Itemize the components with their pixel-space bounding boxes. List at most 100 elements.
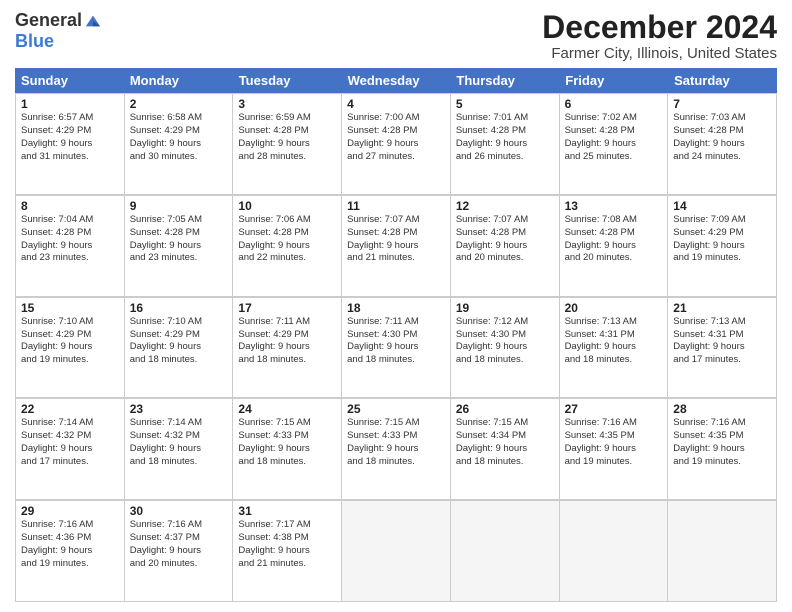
cell-text: Daylight: 9 hours [21, 443, 119, 456]
cell-text: and 18 minutes. [347, 354, 445, 367]
cell-text: Daylight: 9 hours [673, 138, 771, 151]
cell-text: Sunset: 4:28 PM [565, 227, 663, 240]
day-number: 22 [21, 402, 119, 416]
day-number: 18 [347, 301, 445, 315]
day-cell-27: 27Sunrise: 7:16 AMSunset: 4:35 PMDayligh… [560, 399, 669, 500]
cell-text: Sunset: 4:28 PM [130, 227, 228, 240]
cell-text: Sunrise: 7:13 AM [673, 316, 771, 329]
cell-text: Sunset: 4:34 PM [456, 430, 554, 443]
cell-text: Daylight: 9 hours [673, 341, 771, 354]
title-block: December 2024 Farmer City, Illinois, Uni… [542, 10, 777, 62]
cell-text: and 18 minutes. [130, 456, 228, 469]
day-cell-21: 21Sunrise: 7:13 AMSunset: 4:31 PMDayligh… [668, 298, 777, 399]
main-title: December 2024 [542, 10, 777, 45]
cell-text: and 18 minutes. [238, 354, 336, 367]
cell-text: and 17 minutes. [673, 354, 771, 367]
cell-text: Daylight: 9 hours [456, 443, 554, 456]
cell-text: Daylight: 9 hours [456, 138, 554, 151]
cell-text: Sunset: 4:28 PM [238, 125, 336, 138]
cell-text: and 23 minutes. [21, 252, 119, 265]
day-cell-7: 7Sunrise: 7:03 AMSunset: 4:28 PMDaylight… [668, 94, 777, 195]
cell-text: Sunset: 4:30 PM [347, 329, 445, 342]
cell-text: and 23 minutes. [130, 252, 228, 265]
calendar-row-3: 15Sunrise: 7:10 AMSunset: 4:29 PMDayligh… [15, 297, 777, 399]
day-cell-28: 28Sunrise: 7:16 AMSunset: 4:35 PMDayligh… [668, 399, 777, 500]
cell-text: and 18 minutes. [456, 354, 554, 367]
cell-text: Sunrise: 7:10 AM [21, 316, 119, 329]
day-cell-19: 19Sunrise: 7:12 AMSunset: 4:30 PMDayligh… [451, 298, 560, 399]
cell-text: Sunset: 4:29 PM [673, 227, 771, 240]
cell-text: Sunrise: 7:03 AM [673, 112, 771, 125]
day-number: 31 [238, 504, 336, 518]
cell-text: and 24 minutes. [673, 151, 771, 164]
cell-text: Sunrise: 7:04 AM [21, 214, 119, 227]
cell-text: Daylight: 9 hours [130, 341, 228, 354]
cell-text: Sunrise: 7:01 AM [456, 112, 554, 125]
cell-text: Sunset: 4:29 PM [21, 329, 119, 342]
calendar: SundayMondayTuesdayWednesdayThursdayFrid… [15, 68, 777, 602]
day-cell-1: 1Sunrise: 6:57 AMSunset: 4:29 PMDaylight… [16, 94, 125, 195]
day-cell-20: 20Sunrise: 7:13 AMSunset: 4:31 PMDayligh… [560, 298, 669, 399]
day-number: 7 [673, 97, 771, 111]
cell-text: and 18 minutes. [456, 456, 554, 469]
day-cell-29: 29Sunrise: 7:16 AMSunset: 4:36 PMDayligh… [16, 501, 125, 602]
calendar-header: SundayMondayTuesdayWednesdayThursdayFrid… [15, 68, 777, 93]
cell-text: Sunset: 4:28 PM [456, 227, 554, 240]
cell-text: Sunrise: 7:02 AM [565, 112, 663, 125]
day-number: 30 [130, 504, 228, 518]
cell-text: Daylight: 9 hours [130, 240, 228, 253]
cell-text: Daylight: 9 hours [130, 138, 228, 151]
cell-text: and 20 minutes. [565, 252, 663, 265]
cell-text: and 20 minutes. [130, 558, 228, 571]
logo-general: General [15, 10, 82, 31]
cell-text: and 28 minutes. [238, 151, 336, 164]
day-number: 2 [130, 97, 228, 111]
cell-text: Sunrise: 7:14 AM [130, 417, 228, 430]
calendar-row-2: 8Sunrise: 7:04 AMSunset: 4:28 PMDaylight… [15, 195, 777, 297]
cell-text: and 18 minutes. [565, 354, 663, 367]
day-cell-31: 31Sunrise: 7:17 AMSunset: 4:38 PMDayligh… [233, 501, 342, 602]
day-number: 16 [130, 301, 228, 315]
cell-text: Daylight: 9 hours [456, 341, 554, 354]
cell-text: Sunrise: 7:16 AM [130, 519, 228, 532]
cell-text: and 19 minutes. [21, 558, 119, 571]
cell-text: and 30 minutes. [130, 151, 228, 164]
cell-text: Daylight: 9 hours [238, 138, 336, 151]
cell-text: Daylight: 9 hours [21, 138, 119, 151]
cell-text: Sunset: 4:29 PM [21, 125, 119, 138]
day-number: 26 [456, 402, 554, 416]
cell-text: Sunset: 4:35 PM [565, 430, 663, 443]
day-number: 14 [673, 199, 771, 213]
cell-text: Sunrise: 7:11 AM [347, 316, 445, 329]
cell-text: and 19 minutes. [21, 354, 119, 367]
cell-text: Sunrise: 7:05 AM [130, 214, 228, 227]
empty-cell [560, 501, 669, 602]
cell-text: Sunset: 4:31 PM [565, 329, 663, 342]
day-number: 27 [565, 402, 663, 416]
cell-text: and 25 minutes. [565, 151, 663, 164]
cell-text: Sunrise: 7:15 AM [238, 417, 336, 430]
day-cell-10: 10Sunrise: 7:06 AMSunset: 4:28 PMDayligh… [233, 196, 342, 297]
cell-text: Daylight: 9 hours [565, 443, 663, 456]
cell-text: Sunrise: 7:06 AM [238, 214, 336, 227]
cell-text: Sunset: 4:38 PM [238, 532, 336, 545]
cell-text: Daylight: 9 hours [347, 443, 445, 456]
cell-text: Sunset: 4:30 PM [456, 329, 554, 342]
day-cell-22: 22Sunrise: 7:14 AMSunset: 4:32 PMDayligh… [16, 399, 125, 500]
cell-text: Daylight: 9 hours [565, 138, 663, 151]
cell-text: and 22 minutes. [238, 252, 336, 265]
day-header-thursday: Thursday [450, 68, 559, 93]
cell-text: Daylight: 9 hours [130, 545, 228, 558]
cell-text: and 20 minutes. [456, 252, 554, 265]
cell-text: Sunset: 4:33 PM [347, 430, 445, 443]
logo-blue: Blue [15, 31, 54, 52]
day-cell-26: 26Sunrise: 7:15 AMSunset: 4:34 PMDayligh… [451, 399, 560, 500]
cell-text: Sunrise: 7:14 AM [21, 417, 119, 430]
empty-cell [668, 501, 777, 602]
day-number: 4 [347, 97, 445, 111]
day-cell-25: 25Sunrise: 7:15 AMSunset: 4:33 PMDayligh… [342, 399, 451, 500]
day-header-saturday: Saturday [668, 68, 777, 93]
cell-text: Sunset: 4:36 PM [21, 532, 119, 545]
cell-text: Daylight: 9 hours [238, 443, 336, 456]
cell-text: Sunrise: 7:17 AM [238, 519, 336, 532]
